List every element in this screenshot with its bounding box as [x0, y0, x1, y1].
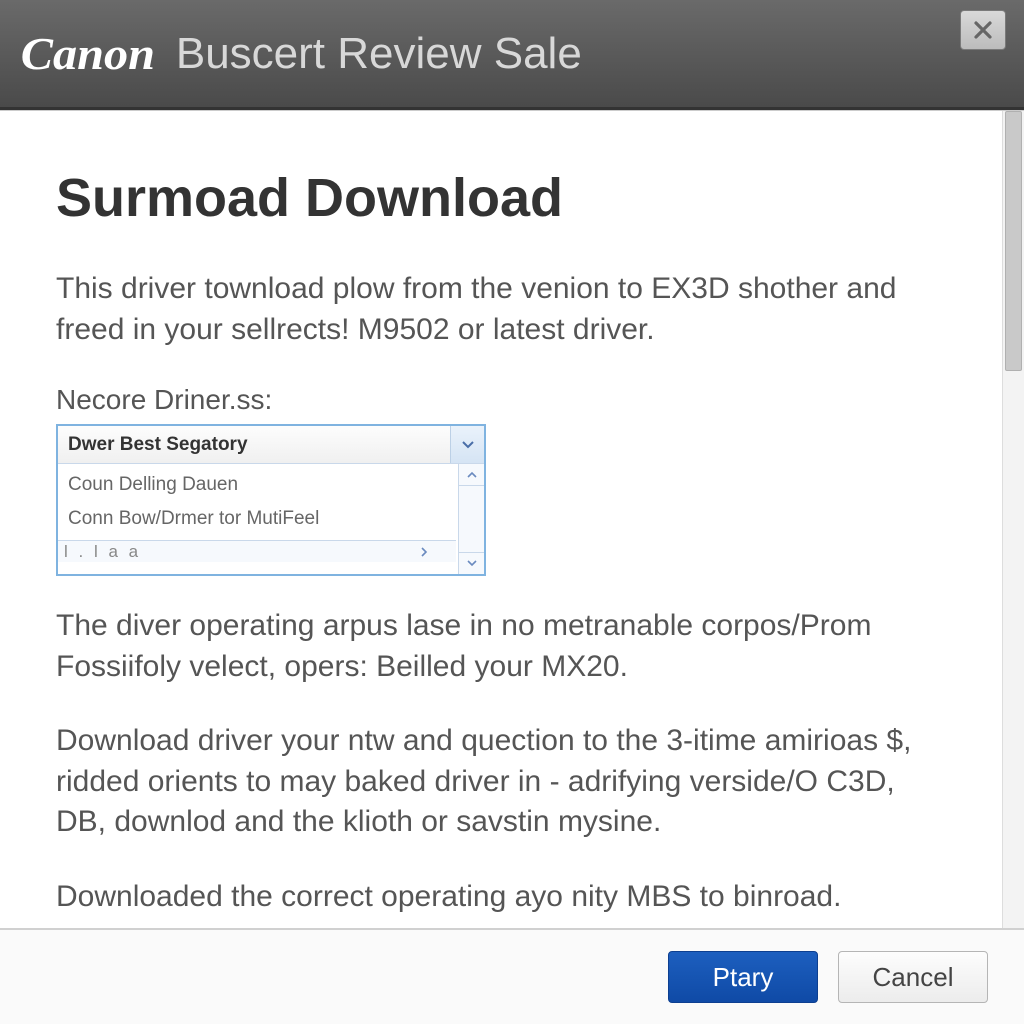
- combo-list: Coun Delling Dauen Conn Bow/Drmer tor Mu…: [58, 464, 484, 574]
- scroll-down-button[interactable]: [459, 552, 484, 574]
- chevron-up-icon: [467, 471, 477, 478]
- combo-option[interactable]: Coun Delling Dauen: [58, 468, 438, 502]
- scrollbar-thumb[interactable]: [1005, 111, 1022, 371]
- window-title: Buscert Review Sale: [176, 29, 582, 79]
- content-scrollbar[interactable]: [1002, 111, 1024, 928]
- close-button[interactable]: [960, 10, 1006, 50]
- body-paragraph: Downloaded the correct operating ayo nit…: [56, 877, 946, 918]
- title-bar: Canon Buscert Review Sale: [0, 0, 1024, 110]
- main-content: Surmoad Download This driver townload pl…: [0, 111, 1002, 928]
- dialog-footer: Ptary Cancel: [0, 928, 1024, 1024]
- chevron-right-icon: [420, 547, 428, 557]
- combo-vertical-scroll[interactable]: [458, 464, 484, 574]
- scroll-up-button[interactable]: [459, 464, 484, 486]
- cancel-button[interactable]: Cancel: [838, 951, 988, 1003]
- dialog-window: Canon Buscert Review Sale Surmoad Downlo…: [0, 0, 1024, 1024]
- brand-logo: Canon: [21, 27, 155, 80]
- combo-head[interactable]: Dwer Best Segatory: [58, 426, 484, 464]
- chevron-down-icon: [462, 441, 474, 449]
- combo-selected-value: Dwer Best Segatory: [58, 434, 450, 456]
- combo-label: Necore Driner.ss:: [56, 384, 946, 416]
- close-icon: [973, 20, 993, 40]
- body-paragraph: Download driver your ntw and quection to…: [56, 721, 946, 843]
- driver-selector: Dwer Best Segatory Coun Delling Dauen Co…: [56, 424, 486, 576]
- combo-dropdown-button[interactable]: [450, 426, 484, 463]
- combo-option-truncated: l . l a a: [64, 542, 141, 562]
- combo-option[interactable]: Conn Bow/Drmer tor MutiFeel: [58, 502, 438, 536]
- chevron-down-icon: [467, 560, 477, 567]
- combo-horizontal-scroll[interactable]: l . l a a: [58, 540, 456, 562]
- body-paragraph: The diver operating arpus lase in no met…: [56, 606, 946, 687]
- primary-button[interactable]: Ptary: [668, 951, 818, 1003]
- intro-text: This driver townload plow from the venio…: [56, 269, 946, 350]
- scroll-track[interactable]: [459, 486, 484, 552]
- content-area: Surmoad Download This driver townload pl…: [0, 110, 1024, 928]
- page-title: Surmoad Download: [56, 167, 946, 229]
